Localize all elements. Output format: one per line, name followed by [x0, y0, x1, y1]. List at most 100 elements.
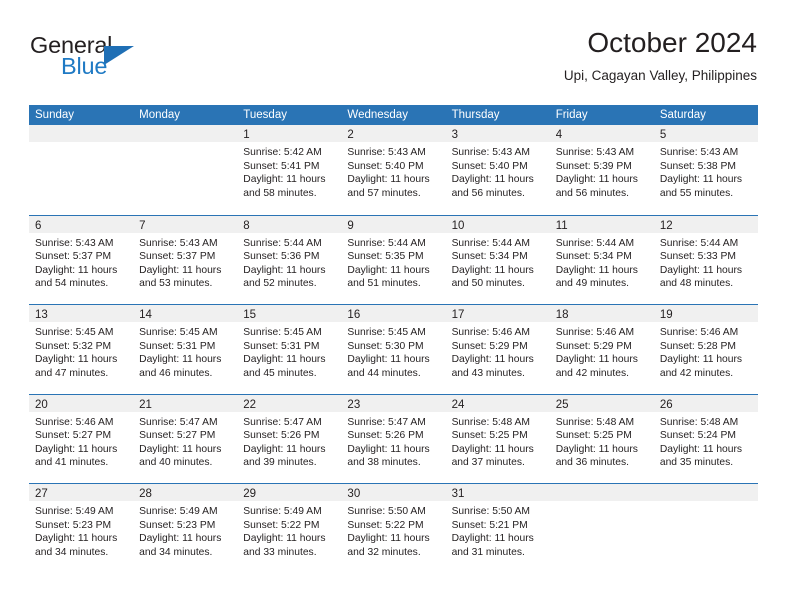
- day-number: 1: [243, 129, 250, 141]
- day-number-band: 8: [237, 215, 342, 233]
- day-detail-line: Sunrise: 5:45 AM: [35, 327, 114, 338]
- calendar-week-row: 6 Sunrise: 5:43 AM Sunset: 5:37 PM Daylight…: [29, 214, 758, 304]
- day-number-band: 14: [133, 305, 238, 322]
- day-detail-line: Sunrise: 5:49 AM: [35, 506, 114, 517]
- calendar-day-cell[interactable]: 21 Sunrise: 5:47 AM Sunset: 5:27 PM Dayligh…: [133, 394, 238, 483]
- calendar-day-cell[interactable]: 8 Sunrise: 5:44 AM Sunset: 5:36 PM Daylight…: [237, 215, 342, 304]
- calendar-day-cell[interactable]: 7 Sunrise: 5:43 AM Sunset: 5:37 PM Daylight…: [133, 215, 238, 304]
- day-detail-line: Daylight: 11 hours: [555, 443, 638, 455]
- day-detail-line: Sunrise: 5:45 AM: [243, 327, 322, 338]
- calendar-day-cell[interactable]: 2 Sunrise: 5:43 AM Sunset: 5:40 PM Daylight…: [341, 125, 446, 215]
- day-cell-body: Sunrise: 5:50 AM Sunset: 5:22 PM Daylight:…: [341, 501, 445, 559]
- calendar-day-cell[interactable]: 15 Sunrise: 5:45 AM Sunset: 5:31 PM Dayligh…: [237, 305, 342, 394]
- calendar-day-cell[interactable]: 11 Sunrise: 5:44 AM Sunset: 5:34 PM Dayligh…: [549, 215, 654, 304]
- day-number-band: 18: [549, 305, 654, 322]
- day-number: 19: [659, 309, 673, 321]
- calendar-day-cell[interactable]: 1 Sunrise: 5:42 AM Sunset: 5:41 PM Daylight…: [237, 125, 342, 215]
- calendar-day-cell[interactable]: 29 Sunrise: 5:49 AM Sunset: 5:22 PM Dayligh…: [237, 484, 342, 573]
- day-cell-body: Sunrise: 5:44 AM Sunset: 5:34 PM Daylight:…: [446, 233, 550, 291]
- calendar-day-cell[interactable]: 23 Sunrise: 5:47 AM Sunset: 5:26 PM Dayligh…: [341, 394, 446, 483]
- day-detail-line: Sunset: 5:23 PM: [35, 519, 112, 531]
- calendar-day-cell[interactable]: 25 Sunrise: 5:48 AM Sunset: 5:25 PM Dayligh…: [549, 394, 654, 483]
- day-number-band: 15: [237, 305, 342, 322]
- day-detail-line: and 51 minutes.: [347, 278, 421, 290]
- calendar-day-cell[interactable]: 5 Sunrise: 5:43 AM Sunset: 5:38 PM Daylight…: [653, 125, 758, 215]
- day-number-band: 6: [29, 215, 134, 233]
- day-detail-line: and 34 minutes.: [35, 546, 109, 558]
- day-number: 26: [659, 398, 673, 411]
- calendar-day-cell[interactable]: 24 Sunrise: 5:48 AM Sunset: 5:25 PM Dayligh…: [445, 394, 550, 483]
- day-detail-line: and 40 minutes.: [139, 457, 213, 469]
- day-detail-line: and 38 minutes.: [347, 457, 421, 469]
- calendar-day-cell[interactable]: 26 Sunrise: 5:48 AM Sunset: 5:24 PM Dayligh…: [653, 394, 758, 483]
- day-number: 13: [35, 309, 48, 321]
- day-number-band: 29: [237, 484, 342, 501]
- calendar-day-cell[interactable]: 10 Sunrise: 5:44 AM Sunset: 5:34 PM Dayligh…: [445, 215, 550, 304]
- day-number-band: 28: [133, 484, 238, 501]
- day-cell-body: [654, 501, 758, 505]
- calendar-day-cell[interactable]: 18 Sunrise: 5:46 AM Sunset: 5:29 PM Dayligh…: [549, 305, 654, 394]
- calendar-day-cell[interactable]: 12 Sunrise: 5:44 AM Sunset: 5:33 PM Dayligh…: [653, 215, 758, 304]
- day-detail-line: Sunset: 5:37 PM: [35, 251, 112, 263]
- day-cell-body: Sunrise: 5:45 AM Sunset: 5:31 PM Daylight:…: [237, 322, 341, 380]
- day-cell-body: Sunrise: 5:46 AM Sunset: 5:28 PM Daylight:…: [654, 322, 758, 380]
- day-detail-line: and 56 minutes.: [555, 187, 629, 199]
- calendar-day-cell[interactable]: 20 Sunrise: 5:46 AM Sunset: 5:27 PM Dayligh…: [29, 394, 134, 483]
- day-detail-line: Sunset: 5:29 PM: [451, 340, 528, 352]
- calendar-day-cell[interactable]: 6 Sunrise: 5:43 AM Sunset: 5:37 PM Daylight…: [29, 215, 134, 304]
- day-number-band: 27: [29, 484, 134, 501]
- day-cell-body: Sunrise: 5:48 AM Sunset: 5:24 PM Daylight:…: [654, 412, 758, 470]
- day-detail-line: and 42 minutes.: [555, 367, 629, 379]
- day-detail-line: Daylight: 11 hours: [347, 443, 430, 455]
- calendar-day-cell[interactable]: 31 Sunrise: 5:50 AM Sunset: 5:21 PM Dayligh…: [445, 484, 550, 573]
- day-number: 30: [347, 488, 361, 500]
- day-detail-line: and 54 minutes.: [35, 278, 109, 290]
- day-detail-line: Sunrise: 5:45 AM: [139, 327, 218, 338]
- day-detail-line: Sunset: 5:33 PM: [659, 251, 736, 263]
- day-number-band: 19: [653, 305, 758, 322]
- day-number: 23: [347, 398, 361, 411]
- day-detail-line: Sunset: 5:31 PM: [139, 340, 216, 352]
- calendar-day-cell[interactable]: 30 Sunrise: 5:50 AM Sunset: 5:22 PM Dayligh…: [341, 484, 446, 573]
- calendar-day-cell[interactable]: 13 Sunrise: 5:45 AM Sunset: 5:32 PM Dayligh…: [29, 305, 134, 394]
- day-number: 8: [243, 219, 250, 232]
- day-detail-line: Daylight: 11 hours: [659, 354, 743, 366]
- day-of-week-header-tuesday: Tuesday: [243, 109, 287, 121]
- day-cell-body: Sunrise: 5:46 AM Sunset: 5:27 PM Daylight:…: [29, 412, 133, 470]
- day-number-band: [653, 484, 758, 501]
- calendar-day-cell-empty: [549, 484, 654, 573]
- day-detail-line: Sunset: 5:34 PM: [451, 251, 528, 263]
- page-header: General Blue October 2024 Upi, Cagayan V…: [29, 26, 757, 98]
- day-detail-line: Daylight: 11 hours: [451, 443, 534, 455]
- calendar-day-cell[interactable]: 16 Sunrise: 5:45 AM Sunset: 5:30 PM Dayligh…: [341, 305, 446, 394]
- day-number: 11: [555, 219, 568, 232]
- calendar-day-cell[interactable]: 27 Sunrise: 5:49 AM Sunset: 5:23 PM Dayligh…: [29, 484, 134, 573]
- calendar-day-cell[interactable]: 14 Sunrise: 5:45 AM Sunset: 5:31 PM Dayligh…: [133, 305, 238, 394]
- day-number: 20: [35, 398, 48, 411]
- calendar-day-cell[interactable]: 17 Sunrise: 5:46 AM Sunset: 5:29 PM Dayligh…: [445, 305, 550, 394]
- calendar-day-cell[interactable]: 19 Sunrise: 5:46 AM Sunset: 5:28 PM Dayligh…: [653, 305, 758, 394]
- day-cell-body: [133, 142, 237, 146]
- day-number: 18: [555, 309, 569, 321]
- calendar-day-cell[interactable]: 3 Sunrise: 5:43 AM Sunset: 5:40 PM Daylight…: [445, 125, 550, 215]
- day-number: 28: [139, 488, 152, 500]
- day-detail-line: Sunrise: 5:49 AM: [139, 506, 218, 517]
- day-detail-line: Sunset: 5:26 PM: [347, 430, 424, 442]
- day-detail-line: Sunset: 5:30 PM: [347, 340, 424, 352]
- calendar-day-cell[interactable]: 4 Sunrise: 5:43 AM Sunset: 5:39 PM Daylight…: [549, 125, 654, 215]
- day-detail-line: Daylight: 11 hours: [243, 533, 326, 545]
- day-detail-line: and 41 minutes.: [35, 457, 109, 469]
- day-detail-line: Sunset: 5:37 PM: [139, 251, 216, 263]
- day-detail-line: Sunset: 5:26 PM: [243, 430, 320, 442]
- day-detail-line: Sunset: 5:38 PM: [659, 160, 736, 172]
- calendar-day-cell[interactable]: 22 Sunrise: 5:47 AM Sunset: 5:26 PM Dayligh…: [237, 394, 342, 483]
- day-number: 29: [243, 488, 257, 500]
- calendar-day-cell[interactable]: 28 Sunrise: 5:49 AM Sunset: 5:23 PM Dayligh…: [133, 484, 238, 573]
- day-of-week-header-sunday: Sunday: [35, 109, 75, 121]
- day-number: 25: [555, 398, 569, 411]
- day-cell-body: Sunrise: 5:49 AM Sunset: 5:23 PM Daylight:…: [29, 501, 133, 559]
- calendar-day-cell[interactable]: 9 Sunrise: 5:44 AM Sunset: 5:35 PM Daylight…: [341, 215, 446, 304]
- day-cell-body: Sunrise: 5:43 AM Sunset: 5:40 PM Daylight:…: [341, 142, 445, 200]
- day-detail-line: and 56 minutes.: [451, 187, 525, 199]
- day-detail-line: Sunrise: 5:45 AM: [347, 327, 426, 338]
